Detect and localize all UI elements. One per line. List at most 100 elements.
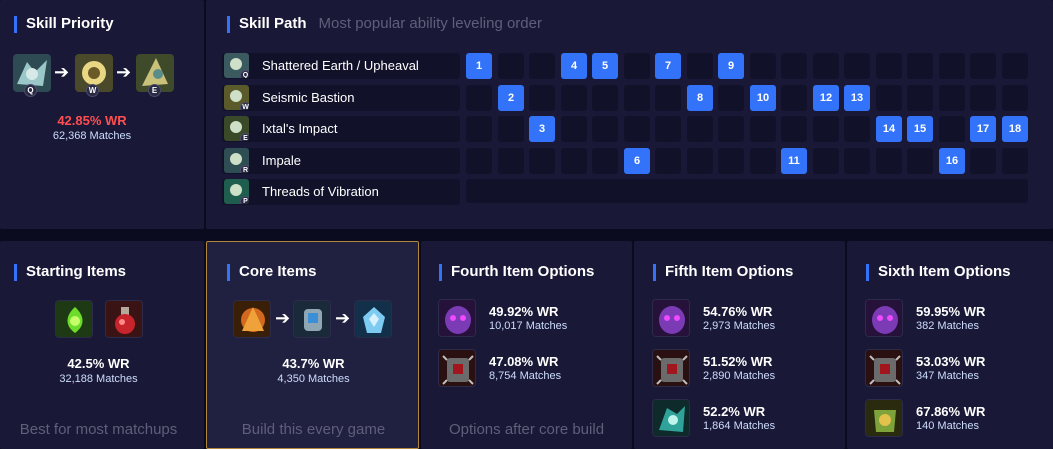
arrow-right-icon: ➔ [335,308,351,328]
sixth-option-3-matches: 140 Matches [916,420,979,432]
skill-level-cell-active: 10 [750,85,776,111]
skill-level-cell [750,116,776,142]
warmogs-armor-icon[interactable] [865,399,903,437]
key-badge-e: E [148,84,161,97]
skill-level-cell [813,148,839,174]
skill-level-cell-active: 5 [592,53,618,79]
skill-priority-matches: 62,368 Matches [52,130,132,142]
key-badge-w: W [86,84,99,97]
skill-level-cell [466,85,492,111]
thornmail-icon[interactable] [865,349,903,387]
skill-level-cell [939,85,965,111]
skill-level-cell [970,148,996,174]
corrupting-potion-icon[interactable] [55,300,93,338]
skill-priority-title: Skill Priority [14,15,114,33]
core-items-title: Core Items [227,263,317,281]
skill-level-cell-active: 9 [718,53,744,79]
fourth-items-panel: Fourth Item Options 49.92% WR 10,017 Mat… [421,241,632,449]
abyssal-mask-icon[interactable] [652,299,690,337]
skill-level-cell [687,53,713,79]
skill-level-cell-active: 8 [687,85,713,111]
skill-level-cell-active: 14 [876,116,902,142]
skill-row-label-p: P Threads of Vibration [222,179,460,205]
skill-level-cell [1002,148,1028,174]
thornmail-icon[interactable] [438,349,476,387]
fifth-items-panel: Fifth Item Options 54.76% WR 2,973 Match… [634,241,845,449]
health-potion-icon[interactable] [105,300,143,338]
skill-level-cell [844,116,870,142]
skill-level-cell [655,116,681,142]
skill-level-cell-active: 3 [529,116,555,142]
arrow-right-icon: ➔ [54,62,70,82]
skill-level-cell [529,148,555,174]
skill-level-cell [498,53,524,79]
thornmail-icon[interactable] [652,349,690,387]
skill-row-label-q: Q Shattered Earth / Upheaval [222,53,460,79]
ability-p-icon[interactable]: P [224,179,249,204]
ability-r-icon[interactable]: R [224,148,249,173]
sixth-option-1-matches: 382 Matches [916,320,979,332]
skill-level-cell [466,148,492,174]
skill-level-cell [781,116,807,142]
skill-level-cell [687,148,713,174]
skill-level-cell [687,116,713,142]
sixth-items-panel: Sixth Item Options 59.95% WR 382 Matches… [847,241,1053,449]
skill-level-cell [844,53,870,79]
key-badge-r: R [240,165,249,173]
core-items-matches: 4,350 Matches [277,373,350,385]
key-badge-p: P [240,196,249,204]
abyssal-mask-icon[interactable] [438,299,476,337]
core-items-panel: Core Items ➔ ➔ 43.7% WR 4,350 Matches Bu… [206,241,419,449]
core-items-win-rate: 43.7% WR [282,356,345,371]
starting-items-matches: 32,188 Matches [59,373,138,385]
skill-level-cell-active: 16 [939,148,965,174]
fifth-option-3-matches: 1,864 Matches [703,420,776,432]
jaksho-icon[interactable] [652,399,690,437]
sixth-option-1-win-rate: 59.95% WR [916,304,986,319]
skill-row-label-r: R Impale [222,148,460,174]
skill-level-cell-active: 15 [907,116,933,142]
fifth-option-3-win-rate: 52.2% WR [703,404,766,419]
skill-level-cell [624,85,650,111]
frozen-heart-icon[interactable] [354,300,392,338]
skill-name: Ixtal's Impact [262,121,338,136]
skill-level-cell [592,85,618,111]
skill-level-cell [592,148,618,174]
sixth-option-2-matches: 347 Matches [916,370,979,382]
sixth-items-title: Sixth Item Options [866,263,1011,281]
skill-level-cell [970,85,996,111]
skill-level-cell-active: 17 [970,116,996,142]
skill-name: Shattered Earth / Upheaval [262,58,419,73]
sixth-option-3-win-rate: 67.86% WR [916,404,986,419]
fourth-items-footer: Options after core build [448,421,605,438]
skill-level-cell [1002,85,1028,111]
skill-level-cell [624,116,650,142]
sixth-option-2-win-rate: 53.03% WR [916,354,986,369]
fifth-option-2-win-rate: 51.52% WR [703,354,773,369]
skill-level-cell [907,53,933,79]
skill-level-cell [655,85,681,111]
fifth-option-1-win-rate: 54.76% WR [703,304,773,319]
abyssal-mask-icon[interactable] [865,299,903,337]
skill-level-cell [781,85,807,111]
skill-level-cell [876,53,902,79]
ability-e-icon[interactable]: E [224,116,249,141]
iceborn-gauntlet-icon[interactable] [293,300,331,338]
skill-level-cell [939,116,965,142]
starting-items-footer: Best for most matchups [19,421,178,438]
skill-level-cell-active: 13 [844,85,870,111]
skill-name: Threads of Vibration [262,184,379,199]
core-items-footer: Build this every game [241,421,386,438]
ability-w-icon[interactable]: W [224,85,249,110]
skill-priority-win-rate: 42.85% WR [57,113,127,128]
skill-level-cell-active: 4 [561,53,587,79]
skill-level-cell-active: 2 [498,85,524,111]
skill-level-cell [466,116,492,142]
sunfire-aegis-icon[interactable] [233,300,271,338]
skill-level-cell [624,53,650,79]
skill-row-label-w: W Seismic Bastion [222,85,460,111]
ability-q-icon[interactable]: Q [224,53,249,78]
skill-level-cell [718,148,744,174]
skill-level-cell [1002,53,1028,79]
skill-name: Seismic Bastion [262,90,355,105]
